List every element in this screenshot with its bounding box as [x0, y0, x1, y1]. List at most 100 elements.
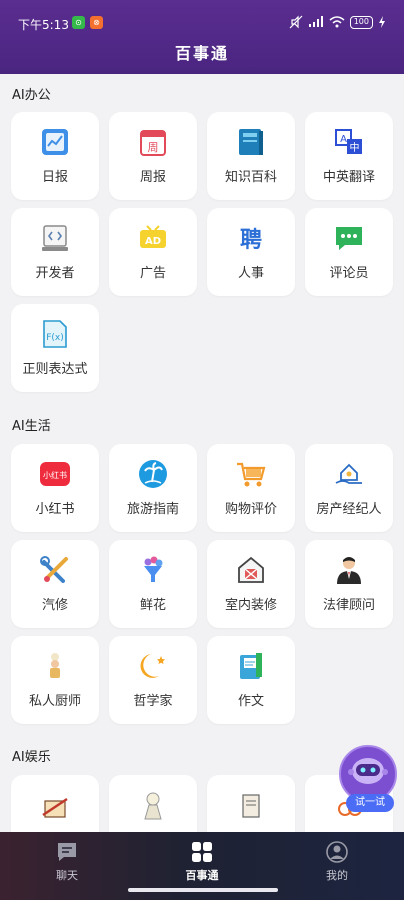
moon-star-icon — [140, 654, 165, 678]
card-label: 广告 — [139, 266, 166, 281]
try-it-button[interactable]: 试一试 — [346, 794, 394, 812]
card-label: 室内装修 — [224, 598, 277, 613]
signal-icon — [308, 16, 323, 27]
svg-text:中: 中 — [350, 141, 360, 154]
app-header: 下午5:13 ⊙ ⊗ 100 百事通 — [0, 0, 404, 74]
card-label: 私人厨师 — [28, 694, 81, 709]
card-private-chef[interactable]: 私人厨师 — [11, 636, 99, 724]
flower-bouquet-icon — [144, 556, 163, 582]
profile-icon — [326, 841, 348, 863]
card-label: 购物评价 — [224, 502, 277, 517]
comment-icon — [336, 227, 362, 250]
page-title: 百事通 — [174, 44, 229, 63]
character-icon — [144, 792, 162, 820]
essay-book-icon — [240, 653, 262, 679]
status-time: 下午5:13 — [18, 18, 69, 32]
tab-label: 聊天 — [56, 869, 78, 882]
status-bar: 下午5:13 ⊙ ⊗ 100 — [0, 0, 404, 40]
card-fun-2[interactable] — [109, 775, 197, 832]
hiring-icon-text: 聘 — [240, 228, 262, 253]
card-label: 日报 — [41, 170, 68, 185]
grid-apps-icon — [192, 842, 212, 862]
lawyer-avatar-icon — [337, 557, 361, 584]
travel-palm-icon — [139, 460, 167, 488]
weekly-icon-text: 周 — [148, 141, 159, 154]
card-label: 中英翻译 — [322, 170, 375, 185]
card-label: 周报 — [139, 170, 166, 185]
card-flowers[interactable]: 鲜花 — [109, 540, 197, 628]
interior-house-icon — [238, 556, 264, 583]
card-developer[interactable]: 开发者 — [11, 208, 99, 296]
card-xiaohongshu[interactable]: 小红书 小红书 — [11, 444, 99, 532]
status-indicators: 100 — [289, 14, 386, 30]
tab-home[interactable]: 百事通 — [152, 838, 252, 882]
daily-report-icon — [42, 129, 68, 155]
regex-icon-text: F(x) — [46, 333, 64, 343]
section-title-fun: AI娱乐 — [12, 750, 51, 765]
card-advertising[interactable]: AD 广告 — [109, 208, 197, 296]
card-regex[interactable]: F(x) 正则表达式 — [11, 304, 99, 392]
svg-text:A: A — [340, 134, 347, 145]
card-fun-3[interactable] — [207, 775, 295, 832]
mute-icon — [289, 15, 303, 29]
card-label: 房产经纪人 — [316, 502, 382, 517]
card-legal-advisor[interactable]: 法律顾问 — [305, 540, 393, 628]
card-label: 开发者 — [35, 266, 75, 281]
xhs-icon-text: 小红书 — [43, 470, 67, 480]
card-essay[interactable]: 作文 — [207, 636, 295, 724]
tab-label: 我的 — [326, 869, 348, 882]
regex-formula-icon: F(x) — [43, 320, 67, 348]
wrench-tools-icon — [40, 556, 68, 583]
developer-icon — [42, 225, 68, 251]
hiring-icon: 聘 — [240, 228, 262, 253]
card-hr[interactable]: 聘 人事 — [207, 208, 295, 296]
card-label: 作文 — [237, 694, 264, 709]
card-encyclopedia[interactable]: 知识百科 — [207, 112, 295, 200]
card-label: 汽修 — [41, 598, 68, 613]
tab-mine[interactable]: 我的 — [287, 838, 387, 882]
writing-pen-icon — [42, 797, 68, 818]
card-auto-repair[interactable]: 汽修 — [11, 540, 99, 628]
book-icon — [239, 129, 263, 155]
ad-icon: AD — [140, 225, 166, 248]
card-interior-design[interactable]: 室内装修 — [207, 540, 295, 628]
card-label: 鲜花 — [139, 598, 166, 613]
chef-icon — [50, 653, 60, 678]
card-fun-1[interactable] — [11, 775, 99, 832]
weekly-calendar-icon: 周 — [140, 130, 166, 156]
card-philosopher[interactable]: 哲学家 — [109, 636, 197, 724]
card-label: 旅游指南 — [126, 502, 179, 517]
card-label: 哲学家 — [133, 694, 173, 709]
section-title-office: AI办公 — [12, 88, 51, 103]
card-translation[interactable]: A中 中英翻译 — [305, 112, 393, 200]
house-hand-icon — [335, 463, 362, 484]
card-daily-report[interactable]: 日报 — [11, 112, 99, 200]
card-commentator[interactable]: 评论员 — [305, 208, 393, 296]
home-indicator — [128, 888, 278, 892]
translate-icon: A中 — [335, 129, 362, 154]
tab-label: 百事通 — [185, 869, 219, 882]
chat-bubble-icon — [58, 843, 76, 861]
notification-badge-icon: ⊙ — [72, 16, 85, 29]
card-label: 评论员 — [329, 266, 369, 281]
wifi-icon — [329, 16, 345, 28]
card-real-estate[interactable]: 房产经纪人 — [305, 444, 393, 532]
card-label: 正则表达式 — [22, 362, 88, 377]
battery-icon: 100 — [349, 15, 373, 29]
shopping-cart-icon — [237, 462, 266, 487]
ad-icon-text: AD — [145, 236, 161, 247]
section-title-life: AI生活 — [12, 419, 51, 434]
card-travel-guide[interactable]: 旅游指南 — [109, 444, 197, 532]
tab-chat[interactable]: 聊天 — [17, 838, 117, 882]
card-shopping-review[interactable]: 购物评价 — [207, 444, 295, 532]
charging-icon — [379, 16, 385, 28]
xiaohongshu-icon: 小红书 — [40, 462, 70, 486]
scroll-icon — [242, 794, 260, 818]
card-label: 小红书 — [35, 502, 75, 517]
card-label: 知识百科 — [224, 170, 277, 185]
card-label: 人事 — [237, 266, 264, 281]
card-weekly-report[interactable]: 周 周报 — [109, 112, 197, 200]
notification-app-icon: ⊗ — [90, 16, 103, 29]
main-content: AI办公 日报 周 周报 知识百科 A中 中英翻译 开发者 AD 广告 聘 人事 — [0, 74, 404, 832]
card-label: 法律顾问 — [322, 598, 375, 613]
